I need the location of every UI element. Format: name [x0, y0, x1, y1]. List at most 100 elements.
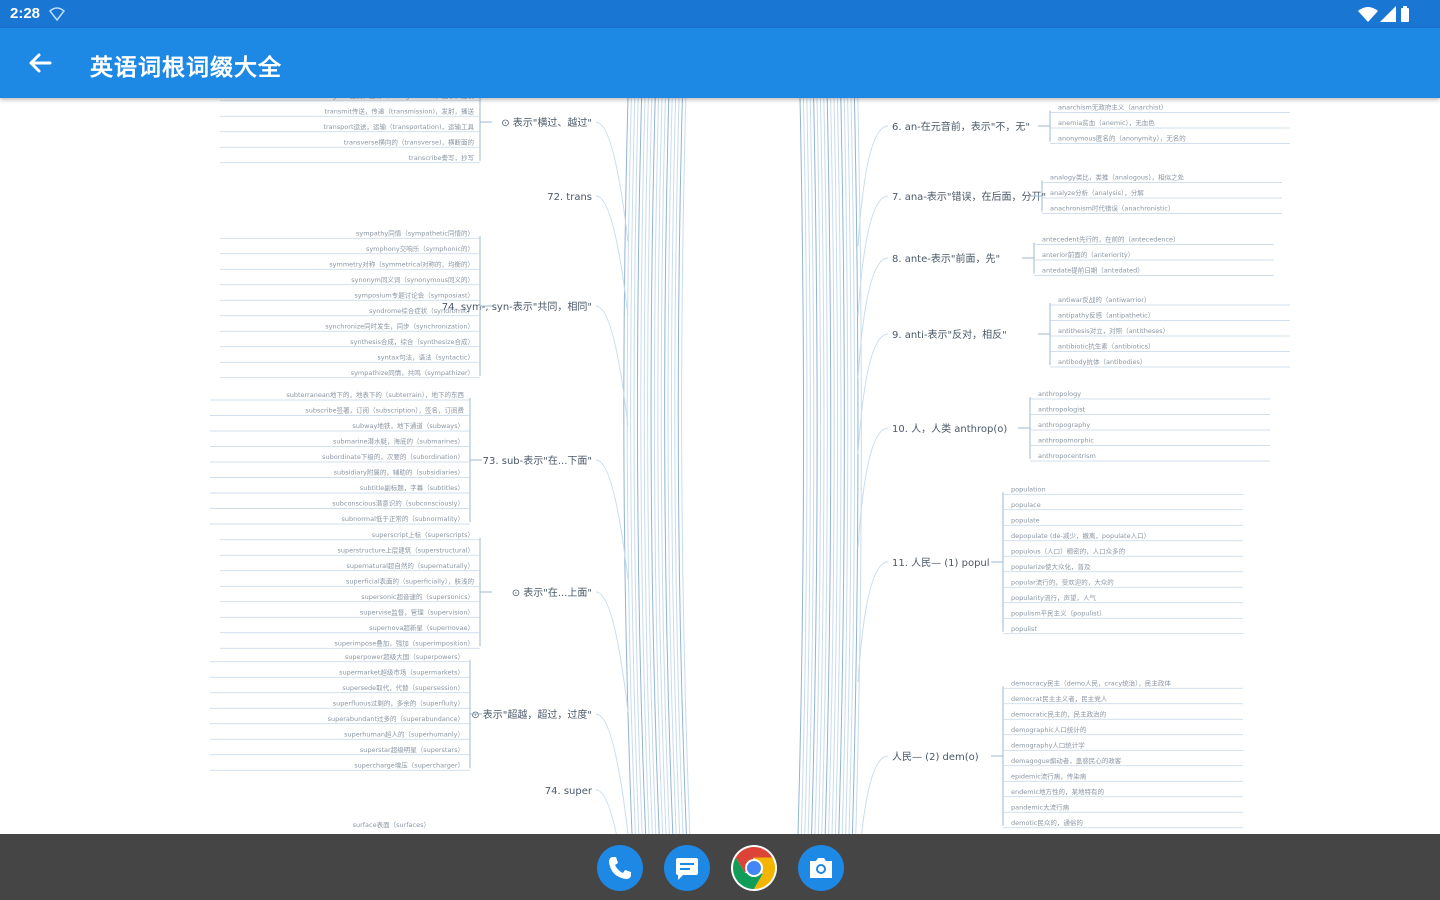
branch-label: ⊙ 表示"横过、越过"	[501, 116, 592, 129]
leaf-label: transport运送，运输（transportation)，运输工具	[323, 122, 474, 131]
mindmap-branch[interactable]: 74. super	[545, 786, 628, 834]
leaf-label: popularity流行，声望，人气	[1011, 593, 1097, 602]
leaf-label: antibody抗体（antibodies）	[1058, 357, 1146, 366]
branch-label: 11. 人民— (1) popul	[892, 557, 990, 569]
back-arrow-icon[interactable]	[22, 45, 58, 81]
app-bar: 英语词根词缀大全	[0, 28, 1440, 98]
mindmap-viewer[interactable]: ⊙ 表示"横过、越过"transcend超越，卓越transgress违反，违背…	[0, 98, 1440, 834]
leaf-label: anemia贫血（anemic），无血色	[1058, 118, 1155, 127]
leaf-label: anthropography	[1038, 421, 1090, 429]
leaf-label: supermarket超级市场（supermarkets）	[339, 667, 464, 676]
camera-icon[interactable]	[798, 845, 844, 891]
leaf-label: populous（人口）稠密的，人口众多的	[1011, 546, 1126, 555]
leaf-label: antithesis对立，对照（antitheses）	[1058, 326, 1169, 335]
leaf-label: superstar超级明星（superstars）	[360, 745, 464, 754]
leaf-label: superfluous过剩的，多余的（superfluity）	[333, 698, 464, 707]
battery-icon	[1401, 6, 1409, 22]
status-time: 2:28	[10, 5, 41, 22]
leaf-label: superhuman超人的（superhumanly）	[344, 729, 464, 738]
branch-label: 7. ana-表示"错误，在后面，分开"	[892, 190, 1046, 203]
leaf-label: democrat民主主义者，民主党人	[1011, 694, 1108, 703]
leaf-label: democracy民主（demo人民，cracy统治），民主政体	[1011, 678, 1171, 687]
messages-icon[interactable]	[664, 845, 710, 891]
leaf-label: demography人口统计学	[1011, 740, 1085, 749]
signal-icon	[1380, 6, 1396, 22]
phone-icon[interactable]	[597, 845, 643, 891]
leaf-label: superscript上标（superscripts）	[372, 530, 474, 539]
leaf-label: superstructure上层建筑（superstructural）	[337, 545, 474, 554]
leaf-label: surface表面（surfaces）	[353, 820, 430, 829]
leaf-label: antedate提前日期（antedated）	[1042, 266, 1144, 275]
leaf-label: subordinate下级的，次要的（subordination）	[322, 452, 464, 461]
leaf-label: anthropomorphic	[1038, 437, 1094, 445]
branch-label: 73. sub-表示"在...下面"	[483, 454, 592, 467]
leaf-label: supernova超新星（supernovae）	[369, 623, 474, 632]
nav-dock	[0, 834, 1440, 900]
branch-label: 74. super	[545, 786, 593, 797]
leaf-label: popularize使大众化，普及	[1011, 562, 1091, 571]
mindmap-branch[interactable]: 10. 人，人类 anthrop(o) anthropology anthropol…	[857, 390, 1270, 549]
leaf-label: antiwar反战的（antiwarrior）	[1058, 295, 1150, 304]
mindmap-branch[interactable]: 72. trans	[547, 192, 629, 317]
leaf-label: population	[1011, 485, 1046, 493]
leaf-label: depopulate (de-减少，撤离，populate人口）	[1011, 531, 1150, 540]
leaf-label: endemic地方性的，某地特有的	[1011, 787, 1104, 796]
leaf-label: antibiotic抗生素（antibiotics）	[1058, 342, 1154, 351]
leaf-label: subnormal低于正常的（subnormality）	[341, 514, 464, 523]
leaf-label: synonym同义词（synonymous同义的）	[351, 275, 474, 284]
leaf-label: analogy类比，类推（analogous），相似之处	[1050, 173, 1185, 182]
leaf-label: transgress违反，违背（transgressive)，犯罪，越轨	[316, 98, 475, 100]
leaf-label: transcribe誊写，抄写	[409, 153, 474, 162]
leaf-label: superabundant过多的（superabundance）	[328, 714, 464, 723]
notification-icon	[48, 7, 66, 22]
leaf-label: subscribe签署，订阅（subscription），签名，订阅费	[305, 406, 464, 415]
branch-label: 6. an-在元音前，表示"不，无"	[892, 120, 1030, 133]
page-title: 英语词根词缀大全	[90, 55, 282, 81]
leaf-label: synchronize同时发生，同步（synchronization）	[325, 321, 474, 330]
leaf-label: submarine潜水艇，海底的（submarines）	[333, 437, 464, 446]
mindmap-branch[interactable]: 人民— (2) dem(o) democracy民主（demo人民，cracy统治…	[858, 678, 1243, 834]
leaf-label: epidemic流行病，传染病	[1011, 771, 1087, 780]
leaf-label: subtitle副标题，字幕（subtitles）	[360, 483, 464, 492]
leaf-label: synthesis合成，综合（synthesize合成）	[350, 337, 474, 346]
leaf-label: symphony交响乐（symphonic的）	[366, 244, 474, 253]
leaf-label: pandemic大流行病	[1011, 802, 1070, 811]
page-gap	[693, 98, 797, 834]
chrome-icon[interactable]	[731, 845, 777, 891]
mindmap-branch[interactable]: ⊙ 表示"横过、越过"transcend超越，卓越transgress违反，违背…	[220, 98, 629, 243]
leaf-label: supervise监督，管理（supervision）	[360, 607, 474, 616]
branch-label: ⊙ 表示"超越，超过，过度"	[471, 708, 592, 721]
leaf-label: populate	[1011, 516, 1040, 524]
mindmap-branch[interactable]: ⊙ 表示"超越，超过，过度" superpower超级大国（superpowers…	[210, 652, 629, 834]
leaf-label: populism平民主义（populist）	[1011, 608, 1106, 617]
leaf-label: antecedent先行的，在前的（antecedence）	[1042, 235, 1180, 244]
leaf-label: sympathize同情，共鸣（sympathizer）	[351, 368, 474, 377]
leaf-label: populace	[1011, 501, 1041, 509]
leaf-label: transverse横向的（transverse)，横断面的	[344, 137, 475, 146]
leaf-label: antipathy反感（antipathetic）	[1058, 311, 1154, 320]
branch-label: 9. anti-表示"反对，相反"	[892, 328, 1007, 341]
leaf-label: democratic民主的，民主政治的	[1011, 709, 1107, 718]
leaf-label: symposium专题讨论会（symposiast）	[354, 290, 474, 299]
leaf-label: subsidiary附属的，辅助的（subsidiaries）	[334, 468, 464, 477]
leaf-label: anonymous匿名的（anonymity），无名的	[1058, 134, 1186, 143]
leaf-label: superimpose叠加，强加（superimposition）	[334, 638, 474, 647]
leaf-label: subterranean地下的，地表下的（subterrain），地下的东西	[286, 390, 464, 399]
leaf-label: anthropocentrism	[1038, 452, 1096, 460]
branch-label: 72. trans	[547, 192, 592, 203]
leaf-label: superpower超级大国（superpowers）	[345, 652, 464, 661]
leaf-label: analyze分析（analysis），分解	[1050, 188, 1144, 197]
leaf-label: transmit传送，传递（transmission)，发射，播送	[325, 106, 475, 115]
leaf-label: supercharge增压（supercharger）	[354, 760, 464, 769]
leaf-label: syntax句法，语法（syntactic）	[377, 352, 474, 361]
leaf-label: superficial表面的（superficially），肤浅的	[346, 576, 475, 585]
status-bar: 2:28	[0, 0, 1440, 28]
mindmap-branch[interactable]: 11. 人民— (1) popul population populace popul…	[857, 485, 1243, 683]
mindmap-canvas[interactable]: ⊙ 表示"横过、越过"transcend超越，卓越transgress违反，违背…	[0, 98, 1440, 834]
leaf-label: populist	[1011, 625, 1037, 633]
leaf-label: supersede取代，代替（supersession）	[342, 683, 464, 692]
mindmap-branch[interactable]: 8. ante-表示"前面，先" antecedent先行的，在前的（antece…	[857, 235, 1274, 379]
leaf-label: syndrome综合症状（syndromic）	[369, 306, 474, 315]
leaf-label: symmetry对称（symmetrical对称的，均衡的）	[329, 259, 474, 268]
branch-label: 8. ante-表示"前面，先"	[892, 252, 1000, 265]
